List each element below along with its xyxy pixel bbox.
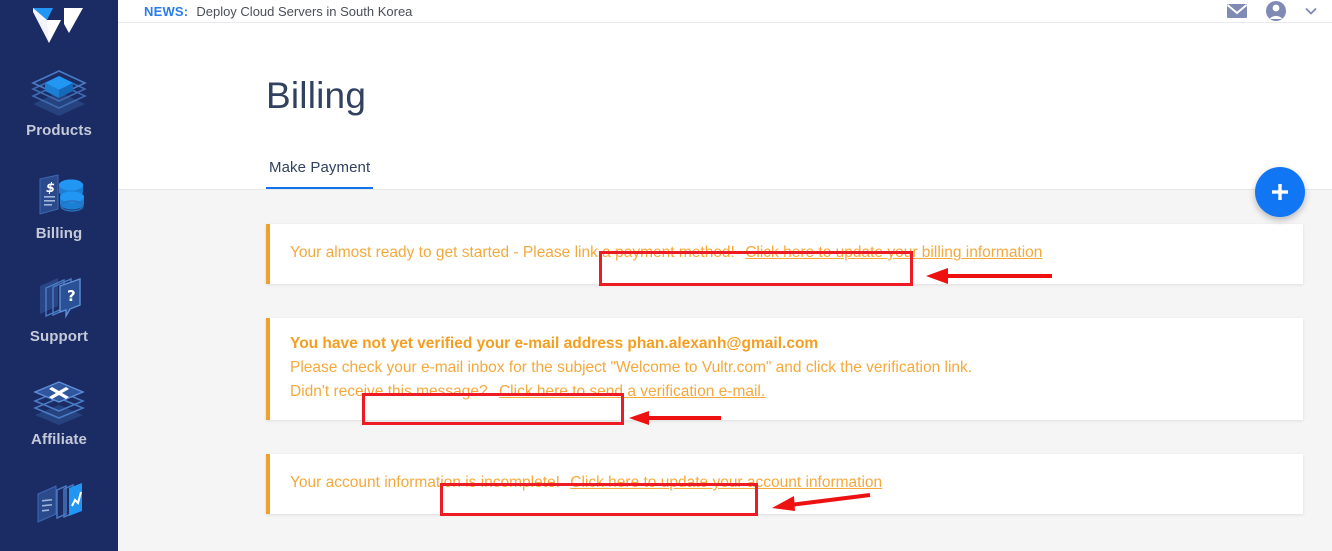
report-chart-icon: [28, 476, 90, 532]
vultr-logo[interactable]: [0, 0, 118, 56]
layers-x-icon: [28, 373, 90, 429]
layers-question-icon: ?: [28, 270, 90, 326]
plus-icon: [1272, 184, 1288, 200]
svg-text:$: $: [46, 181, 55, 196]
alert-text-row: Your almost ready to get started - Pleas…: [290, 241, 1283, 265]
alerts-region: Your almost ready to get started - Pleas…: [118, 190, 1332, 514]
email-verification-alert: You have not yet verified your e-mail ad…: [266, 318, 1303, 420]
alert-message: Didn't receive this message?: [290, 383, 488, 400]
header-divider: [118, 189, 1332, 190]
alert-message-bold: You have not yet verified your e-mail ad…: [290, 335, 819, 352]
main-area: NEWS: Deploy Cloud Servers in South Kore…: [118, 0, 1332, 551]
svg-text:?: ?: [67, 287, 76, 305]
add-button[interactable]: [1255, 167, 1305, 217]
alert-message: Please check your e-mail inbox for the s…: [290, 359, 973, 376]
alert-text-row: Your account information is incomplete! …: [290, 471, 1283, 495]
chevron-down-icon[interactable]: [1304, 6, 1318, 16]
page-header: Billing Make Payment: [118, 23, 1332, 190]
update-account-information-link[interactable]: Click here to update your account inform…: [570, 474, 882, 491]
page-title: Billing: [266, 75, 367, 116]
topbar-actions: [1226, 0, 1318, 22]
sidebar-item-affiliate[interactable]: Affiliate: [0, 365, 118, 468]
sidebar-item-label: Products: [26, 122, 92, 139]
update-billing-information-link[interactable]: Click here to update your billing inform…: [745, 244, 1042, 261]
stacked-layers-cube-icon: [28, 64, 90, 120]
payment-method-alert: Your almost ready to get started - Pleas…: [266, 224, 1303, 284]
vultr-logo-icon: [33, 8, 83, 43]
user-avatar-icon[interactable]: [1265, 0, 1287, 22]
sidebar-item-label: Billing: [35, 225, 83, 242]
invoice-coins-icon: $: [28, 167, 90, 223]
tab-bar: Make Payment: [266, 159, 374, 190]
account-info-alert: Your account information is incomplete! …: [266, 454, 1303, 514]
topbar: NEWS: Deploy Cloud Servers in South Kore…: [118, 0, 1332, 23]
alert-message: Your almost ready to get started - Pleas…: [290, 244, 735, 261]
sidebar-item-support[interactable]: ? Support: [0, 262, 118, 365]
mail-icon[interactable]: [1226, 3, 1248, 19]
app-root: Products $ Billing ? Support Affiliate N…: [0, 0, 1332, 551]
alert-message: Your account information is incomplete!: [290, 474, 560, 491]
news-label: NEWS:: [144, 3, 189, 19]
sidebar-item-reports[interactable]: [0, 468, 118, 551]
sidebar-item-label: Affiliate: [31, 431, 87, 448]
sidebar: Products $ Billing ? Support Affiliate: [0, 0, 118, 551]
sidebar-item-billing[interactable]: $ Billing: [0, 159, 118, 262]
alert-text-row: Didn't receive this message? Click here …: [290, 380, 1283, 404]
sidebar-item-label: Support: [29, 328, 89, 345]
news-headline[interactable]: Deploy Cloud Servers in South Korea: [196, 4, 412, 19]
tab-make-payment[interactable]: Make Payment: [266, 159, 374, 190]
send-verification-email-link[interactable]: Click here to send a verification e-mail…: [499, 383, 765, 400]
sidebar-item-products[interactable]: Products: [0, 56, 118, 159]
